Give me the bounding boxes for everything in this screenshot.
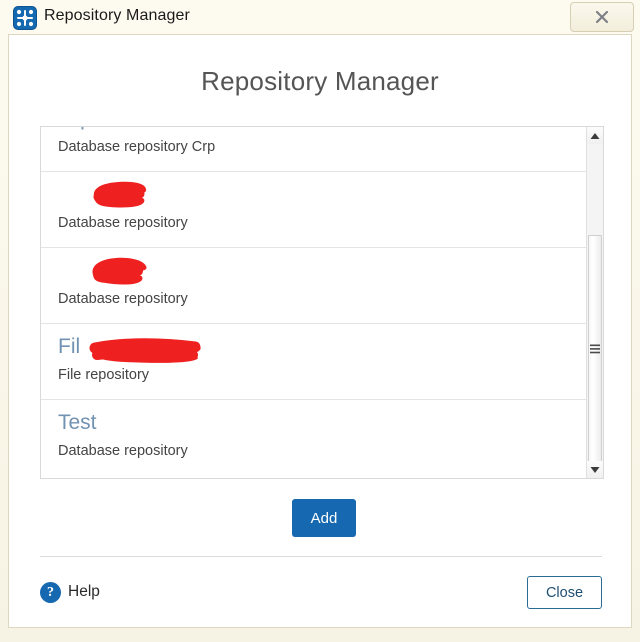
repository-name: Test — [58, 411, 97, 434]
repository-description: Database repository — [58, 291, 188, 307]
close-button[interactable]: Close — [527, 576, 602, 609]
list-item[interactable]: Database repository — [41, 172, 586, 248]
list-item[interactable]: Crp Database repository Crp — [41, 127, 586, 172]
repository-name — [58, 256, 586, 286]
repository-list-scroll-content: Crp Database repository Crp Database rep… — [41, 127, 586, 476]
window-close-button[interactable] — [570, 2, 634, 32]
help-label: Help — [68, 583, 100, 600]
add-button[interactable]: Add — [292, 499, 356, 537]
repository-name: Crp — [58, 127, 586, 134]
close-x-icon — [595, 10, 609, 24]
scroll-down-button[interactable] — [587, 461, 603, 478]
repository-description: Database repository Crp — [58, 139, 216, 155]
application-window: Repository Manager Repository Manager Cr… — [0, 0, 640, 642]
list-item[interactable]: Fil File repository — [41, 324, 586, 400]
page-title: Repository Manager — [201, 66, 439, 96]
repository-description: File repository — [58, 367, 150, 383]
window-title: Repository Manager — [44, 7, 190, 24]
triangle-down-icon — [590, 466, 600, 473]
grip-lines-icon — [590, 344, 600, 354]
list-item[interactable]: Test Database repository — [41, 400, 586, 476]
repository-name: Fil — [58, 335, 81, 358]
help-link[interactable]: ? Help — [40, 580, 100, 604]
scroll-up-button[interactable] — [587, 127, 603, 144]
dialog-content-area: Repository Manager Crp Database reposito… — [8, 34, 632, 628]
repository-description: Database repository — [58, 215, 188, 231]
list-item[interactable]: Database repository — [41, 248, 586, 324]
network-nodes-icon — [14, 7, 36, 29]
question-mark-circle-icon: ? — [40, 581, 61, 603]
vertical-scrollbar[interactable] — [586, 127, 603, 478]
repository-name — [58, 180, 586, 210]
scrollbar-thumb[interactable] — [588, 235, 602, 463]
repository-list: Crp Database repository Crp Database rep… — [40, 126, 604, 479]
footer-divider — [40, 556, 602, 557]
repository-description: Database repository — [58, 443, 188, 459]
window-titlebar: Repository Manager — [0, 0, 640, 36]
triangle-up-icon — [590, 132, 600, 139]
